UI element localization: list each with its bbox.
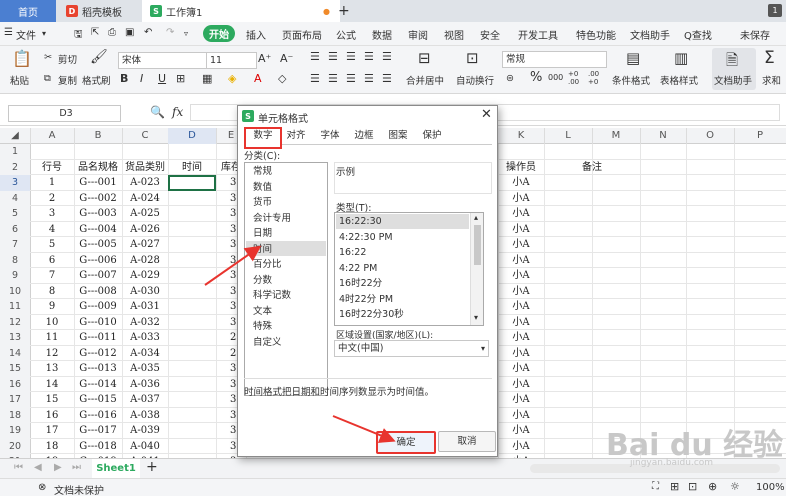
- watermark-url-text: jingyan.baidu.com: [630, 458, 714, 468]
- watermark-url: jingyan.baidu.com: [630, 458, 713, 468]
- arrow-to-time-category: [204, 245, 262, 286]
- arrow-to-ok-button: [332, 415, 396, 443]
